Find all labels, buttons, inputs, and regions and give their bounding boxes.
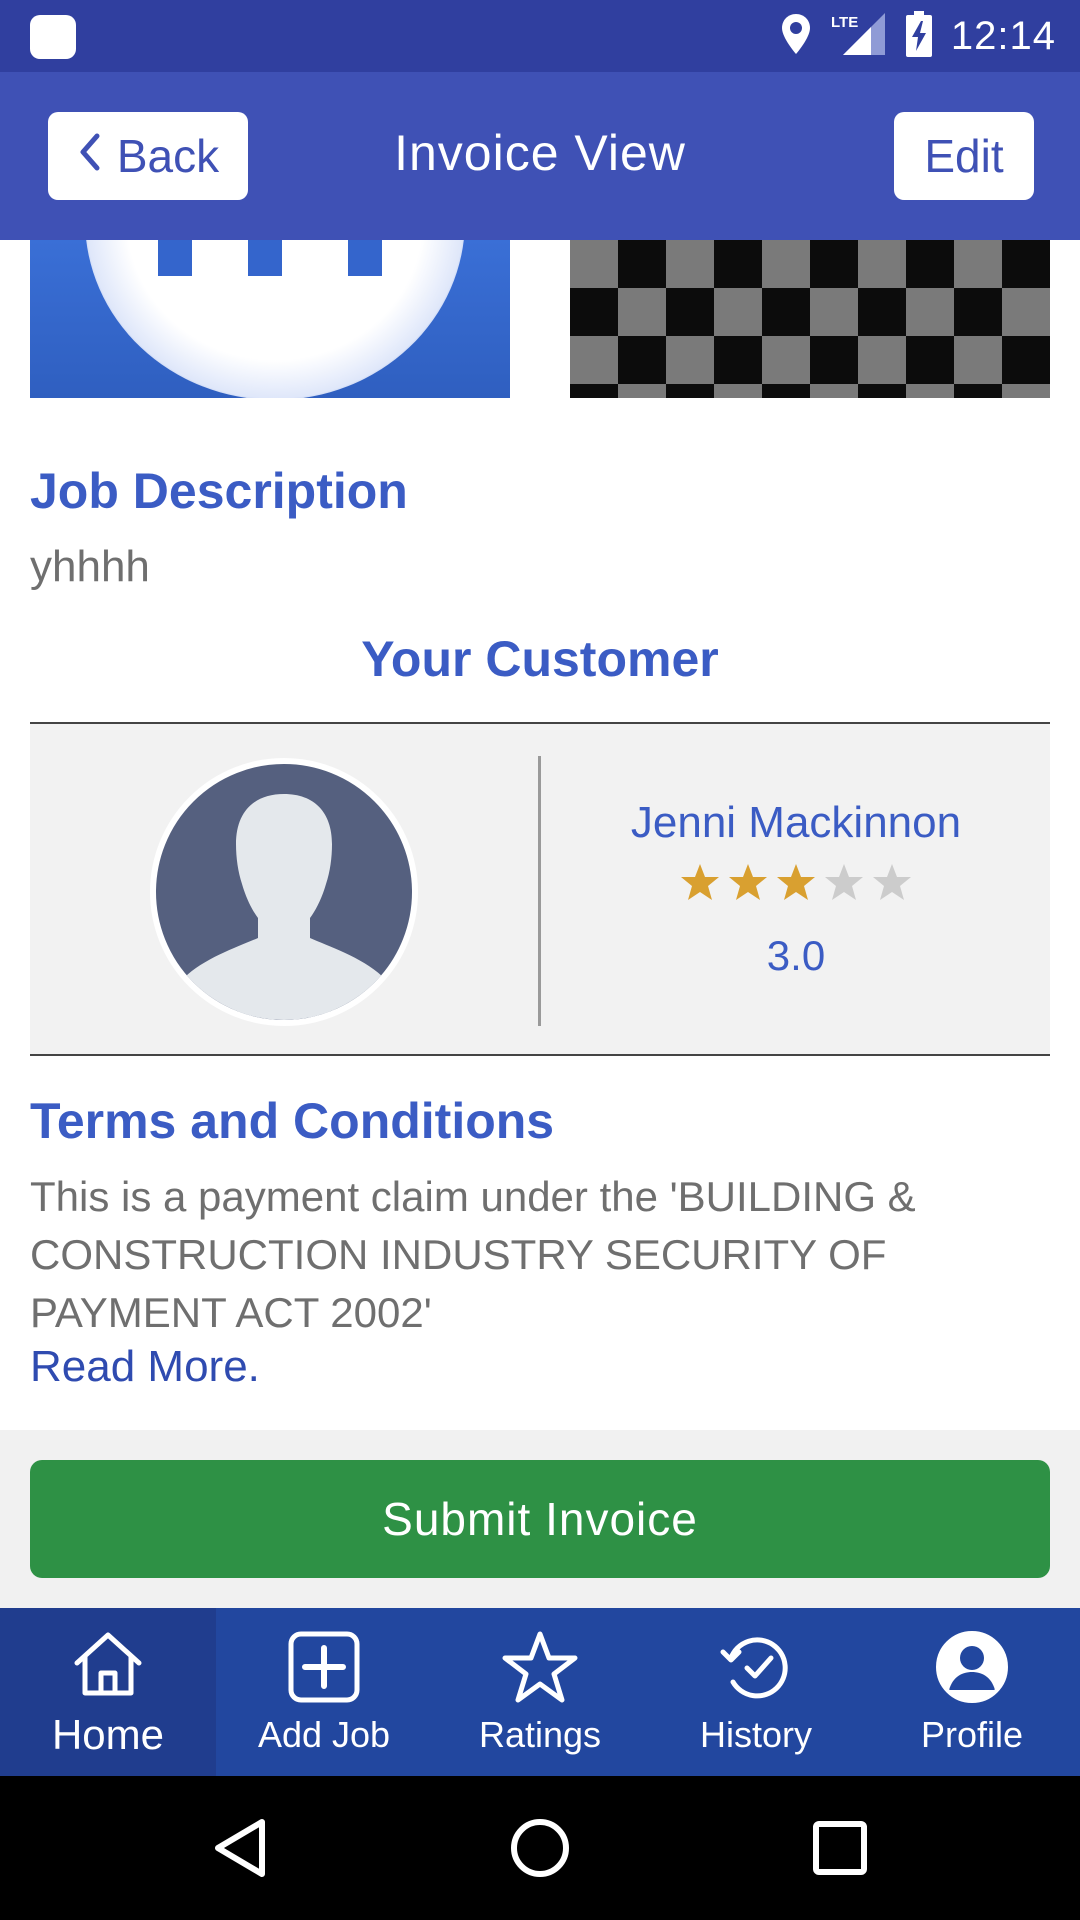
profile-icon [936, 1631, 1008, 1703]
status-time: 12:14 [950, 13, 1056, 58]
nav-item-add-job[interactable]: Add Job [216, 1608, 432, 1776]
star-icon [873, 864, 911, 900]
submit-invoice-button[interactable]: Submit Invoice [30, 1460, 1050, 1578]
submit-area: Submit Invoice [0, 1430, 1080, 1608]
customer-name: Jenni Mackinnon [630, 798, 962, 847]
card-divider [538, 756, 541, 1026]
star-icon [825, 864, 863, 900]
attachment-image-2[interactable] [570, 240, 1050, 398]
nav-label-profile: Profile [920, 1714, 1024, 1755]
nav-label-ratings: Ratings [478, 1714, 602, 1755]
nav-item-history[interactable]: History [648, 1608, 864, 1776]
rating-value: 3.0 [766, 932, 826, 979]
avatar [150, 758, 418, 1026]
home-icon [74, 1632, 142, 1696]
network-label: LTE [831, 14, 858, 31]
customer-card: Jenni Mackinnon 3.0 [30, 722, 1050, 1056]
customer-heading: Your Customer [361, 631, 719, 687]
terms-text: This is a payment claim under the 'BUILD… [30, 1173, 916, 1336]
recents-square-icon[interactable] [808, 1816, 872, 1880]
home-circle-icon[interactable] [508, 1816, 572, 1880]
nav-label-home: Home [51, 1711, 165, 1758]
history-icon [720, 1637, 788, 1699]
job-description-heading: Job Description [30, 463, 408, 519]
app-notification-icon [30, 15, 76, 59]
star-icon [681, 864, 719, 900]
lte-signal-icon: LTE [831, 11, 887, 62]
app-header: Back Invoice View Edit [0, 72, 1080, 240]
terms-heading: Terms and Conditions [30, 1093, 555, 1149]
job-description-text: yhhhh [30, 542, 150, 591]
nav-label-add-job: Add Job [257, 1714, 391, 1755]
add-job-icon [288, 1631, 360, 1703]
nav-item-ratings[interactable]: Ratings [432, 1608, 648, 1776]
star-icon [502, 1631, 578, 1703]
system-navigation-bar [0, 1776, 1080, 1920]
battery-charging-icon [905, 10, 933, 62]
nav-item-profile[interactable]: Profile [864, 1608, 1080, 1776]
edit-button[interactable]: Edit [894, 112, 1034, 200]
attachment-image-1[interactable] [30, 240, 510, 398]
read-more-link[interactable]: Read More. [30, 1342, 260, 1392]
rating-stars [542, 862, 1050, 902]
nav-label-history: History [699, 1714, 812, 1755]
nav-item-home[interactable]: Home [0, 1608, 216, 1776]
star-icon [729, 864, 767, 900]
status-icons: LTE 12:14 [779, 0, 1056, 72]
star-icon [777, 864, 815, 900]
status-bar: LTE 12:14 [0, 0, 1080, 72]
back-triangle-icon[interactable] [210, 1816, 274, 1880]
location-pin-icon [779, 12, 813, 61]
bottom-nav: Home Add Job Ratings History Profile [0, 1608, 1080, 1776]
